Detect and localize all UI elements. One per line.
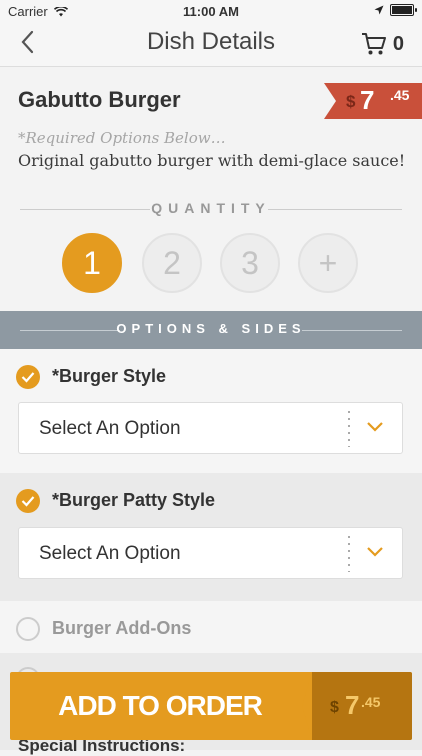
select-divider (348, 536, 350, 572)
status-time: 11:00 AM (183, 4, 239, 19)
status-right (374, 4, 417, 16)
options-divider-right (302, 330, 402, 331)
price-badge: $ 7 .45 (324, 83, 422, 119)
required-note: *Required Options Below… (18, 129, 226, 147)
add-to-order-button[interactable]: ADD TO ORDER $ 7 .45 (10, 672, 412, 740)
option-group-burger-patty-style: *Burger Patty Style Select An Option (0, 473, 422, 601)
page-title: Dish Details (146, 28, 276, 55)
quantity-option-2[interactable]: 2 (142, 233, 202, 293)
price-whole: 7 (345, 690, 360, 720)
dish-details: Gabutto Burger $ 7 .45 *Required Options… (0, 67, 422, 750)
quantity-selector: 1 2 3 + (0, 233, 422, 297)
add-to-order-price: $ 7 .45 (302, 672, 412, 740)
select-divider (348, 411, 350, 447)
quantity-option-3[interactable]: 3 (220, 233, 280, 293)
chevron-down-icon (367, 547, 383, 557)
burger-style-select[interactable]: Select An Option (18, 402, 403, 454)
cart-count: 0 (392, 32, 404, 55)
nav-bar: Dish Details 0 (0, 22, 422, 67)
chevron-down-icon (367, 422, 383, 432)
location-icon (374, 5, 384, 15)
quantity-more-button[interactable]: + (298, 233, 358, 293)
dish-description: Original gabutto burger with demi-glace … (18, 151, 406, 170)
quantity-divider-right (268, 209, 402, 210)
options-header-label: OPTIONS & SIDES (116, 321, 306, 336)
select-value: Select An Option (39, 543, 181, 564)
option-group-title: *Burger Patty Style (52, 490, 216, 510)
price-symbol: $ (346, 92, 356, 111)
option-group-burger-add-ons[interactable]: Burger Add-Ons (0, 601, 422, 653)
select-value: Select An Option (39, 418, 181, 439)
option-group-title: Burger Add-Ons (52, 618, 192, 638)
cart-icon (361, 33, 386, 55)
options-section-header: OPTIONS & SIDES (0, 311, 422, 349)
quantity-label: QUANTITY (151, 200, 271, 216)
status-bar: Carrier 11:00 AM (0, 0, 422, 22)
price-whole: 7 (360, 85, 375, 115)
check-icon (16, 489, 40, 513)
dish-name: Gabutto Burger (18, 87, 181, 112)
burger-patty-style-select[interactable]: Select An Option (18, 527, 403, 579)
price-cents: .45 (390, 87, 410, 103)
quantity-option-1[interactable]: 1 (62, 233, 122, 293)
price-symbol: $ (330, 699, 339, 716)
unchecked-circle-icon (16, 617, 40, 641)
battery-icon (390, 4, 417, 16)
cart-button[interactable]: 0 (361, 32, 404, 56)
option-group-title: *Burger Style (52, 366, 167, 386)
check-icon (16, 365, 40, 389)
price-cents: .45 (361, 694, 381, 710)
option-group-burger-style: *Burger Style Select An Option (0, 349, 422, 473)
add-to-order-label: ADD TO ORDER (58, 690, 263, 721)
